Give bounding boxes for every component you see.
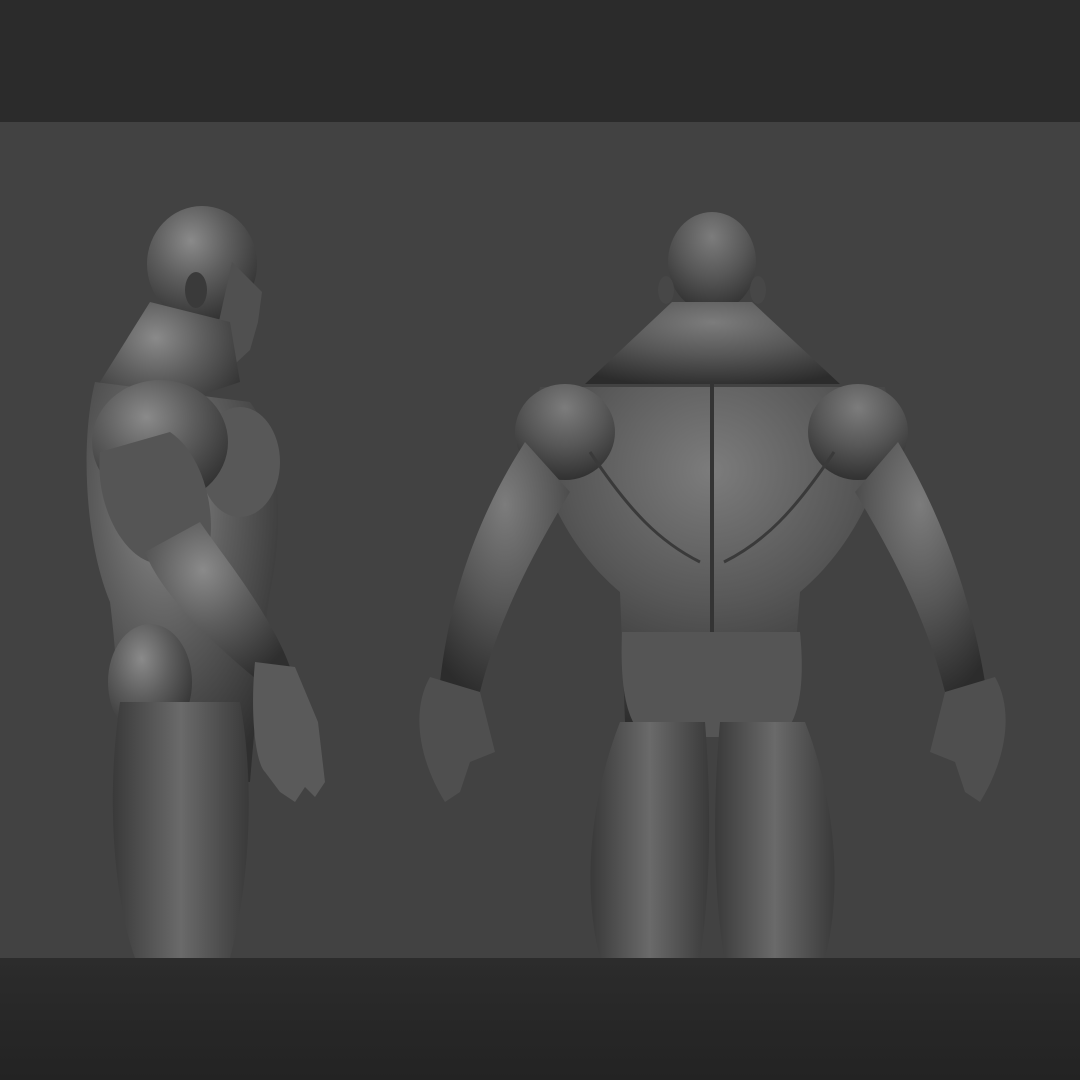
side-view-figure (86, 206, 325, 958)
sculpt-canvas (86, 206, 1006, 958)
back-ear-right (750, 276, 766, 304)
side-leg (112, 702, 249, 958)
sculpt-viewport[interactable] (0, 122, 1080, 958)
back-traps (585, 302, 840, 384)
app-frame (0, 0, 1080, 1080)
back-leg-left (590, 722, 710, 958)
back-arm-left (440, 442, 570, 692)
back-leg-right (715, 722, 835, 958)
side-hand (253, 662, 325, 802)
back-head (668, 212, 756, 312)
back-hand-right (930, 677, 1006, 802)
back-view-figure (419, 212, 1006, 958)
bottom-frame-band (0, 958, 1080, 1080)
side-ear (185, 272, 207, 308)
top-frame-band (0, 0, 1080, 122)
back-arm-right (855, 442, 985, 692)
back-hand-left (419, 677, 495, 802)
back-glutes (621, 632, 802, 737)
back-ear-left (658, 276, 674, 304)
